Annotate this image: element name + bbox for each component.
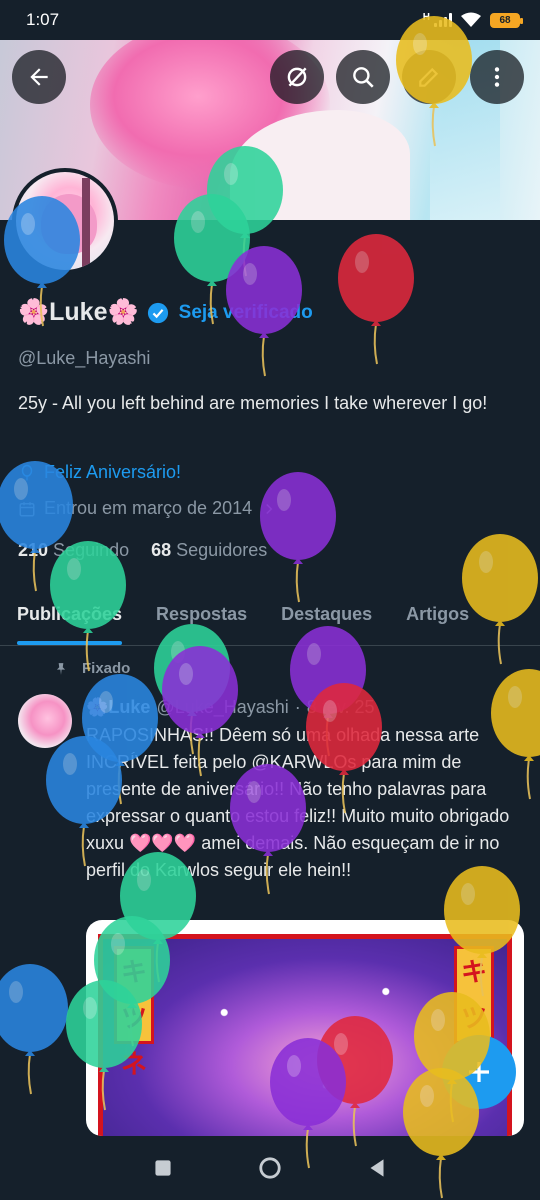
profile-display-name: 🌸Luke🌸 [18, 298, 139, 327]
status-icons: H 68 [422, 11, 523, 28]
post-image-tag-right: キツネ [454, 946, 494, 1079]
balloon-blue [0, 964, 68, 1095]
balloon-purple [260, 472, 336, 603]
following-label: Seguindo [53, 540, 130, 560]
search-icon [353, 67, 374, 88]
profile-tabs: Publicações Respostas Destaques Artigos [0, 592, 540, 646]
post-author-name-text: Luke [108, 697, 151, 717]
home-circle-icon[interactable] [257, 1155, 283, 1181]
name-decoration-right: 🌸 [107, 298, 139, 326]
following-link[interactable]: 210 Seguindo [18, 540, 129, 561]
post-name-decoration: 🌸 [86, 697, 109, 717]
signal-icon [434, 13, 452, 27]
grok-button[interactable] [270, 50, 324, 104]
more-vertical-icon [494, 67, 500, 87]
edit-icon [419, 67, 439, 87]
followers-label: Seguidores [176, 540, 268, 560]
profile-avatar[interactable] [12, 168, 118, 274]
balloon-icon [21, 464, 33, 480]
verified-badge-icon[interactable] [147, 302, 169, 324]
battery-level: 68 [499, 14, 511, 26]
status-time: 1:07 [26, 10, 60, 29]
circle-slash-icon [287, 67, 307, 87]
joined-row[interactable]: Entrou em março de 2014 [18, 498, 278, 519]
battery-icon: 68 [490, 12, 523, 28]
arrow-left-icon [30, 68, 48, 86]
system-nav-bar [0, 1136, 540, 1200]
post-image-tag-left: キツネ [114, 946, 154, 1079]
pinned-label: Fixado [82, 660, 131, 677]
birthday-row: Feliz Aniversário! [18, 462, 181, 483]
post-separator: · [294, 697, 301, 717]
calendar-icon [19, 501, 35, 516]
avatar-art-detail [82, 178, 90, 268]
search-button[interactable] [336, 50, 390, 104]
tab-articles[interactable]: Artigos [389, 592, 486, 645]
post-header: 🌸Luke @Luke_Hayashi · 8 fev. 25 [86, 697, 375, 718]
wifi-icon [461, 12, 481, 27]
follow-stats: 210 Seguindo 68 Seguidores [18, 540, 267, 561]
compose-fab[interactable] [442, 1035, 516, 1109]
joined-text: Entrou em março de 2014 [44, 498, 253, 518]
edit-profile-button[interactable] [402, 50, 456, 104]
plus-icon [469, 1062, 489, 1082]
profile-bio: 25y - All you left behind are memories I… [18, 393, 488, 413]
pinned-indicator: Fixado [54, 660, 130, 677]
tab-replies[interactable]: Respostas [139, 592, 264, 645]
tab-highlights[interactable]: Destaques [264, 592, 389, 645]
back-button[interactable] [12, 50, 66, 104]
post-image[interactable]: キツネ キツネ [86, 920, 524, 1136]
recents-square-icon[interactable] [150, 1155, 176, 1181]
name-decoration-left: 🌸 [18, 298, 50, 326]
post-text: RAPOSINHAS!! Dêem só uma olhada nessa ar… [86, 725, 510, 880]
back-triangle-icon[interactable] [364, 1155, 390, 1181]
followers-count: 68 [151, 540, 172, 560]
get-verified-link[interactable]: Seja verificado [179, 302, 313, 324]
followers-link[interactable]: 68 Seguidores [151, 540, 267, 561]
post-image-artwork [98, 934, 512, 1136]
profile-handle: @Luke_Hayashi [18, 348, 151, 368]
post-author-avatar[interactable] [18, 694, 72, 748]
post-author-handle: @Luke_Hayashi [156, 697, 289, 717]
more-options-button[interactable] [470, 50, 524, 104]
status-bar: 1:07 H 68 [0, 0, 540, 40]
birthday-text: Feliz Aniversário! [44, 462, 182, 482]
profile-name-row: 🌸Luke🌸 Seja verificado [18, 298, 313, 327]
pin-icon [56, 662, 66, 675]
chevron-right-icon [266, 503, 273, 514]
profile-name-text: Luke [49, 298, 108, 326]
following-count: 210 [18, 540, 49, 560]
post-author-name[interactable]: 🌸Luke [86, 697, 150, 718]
tab-posts[interactable]: Publicações [0, 592, 139, 645]
network-type: H [422, 11, 430, 23]
balloon-red [338, 234, 414, 365]
post-date[interactable]: 8 fev. 25 [307, 697, 375, 718]
